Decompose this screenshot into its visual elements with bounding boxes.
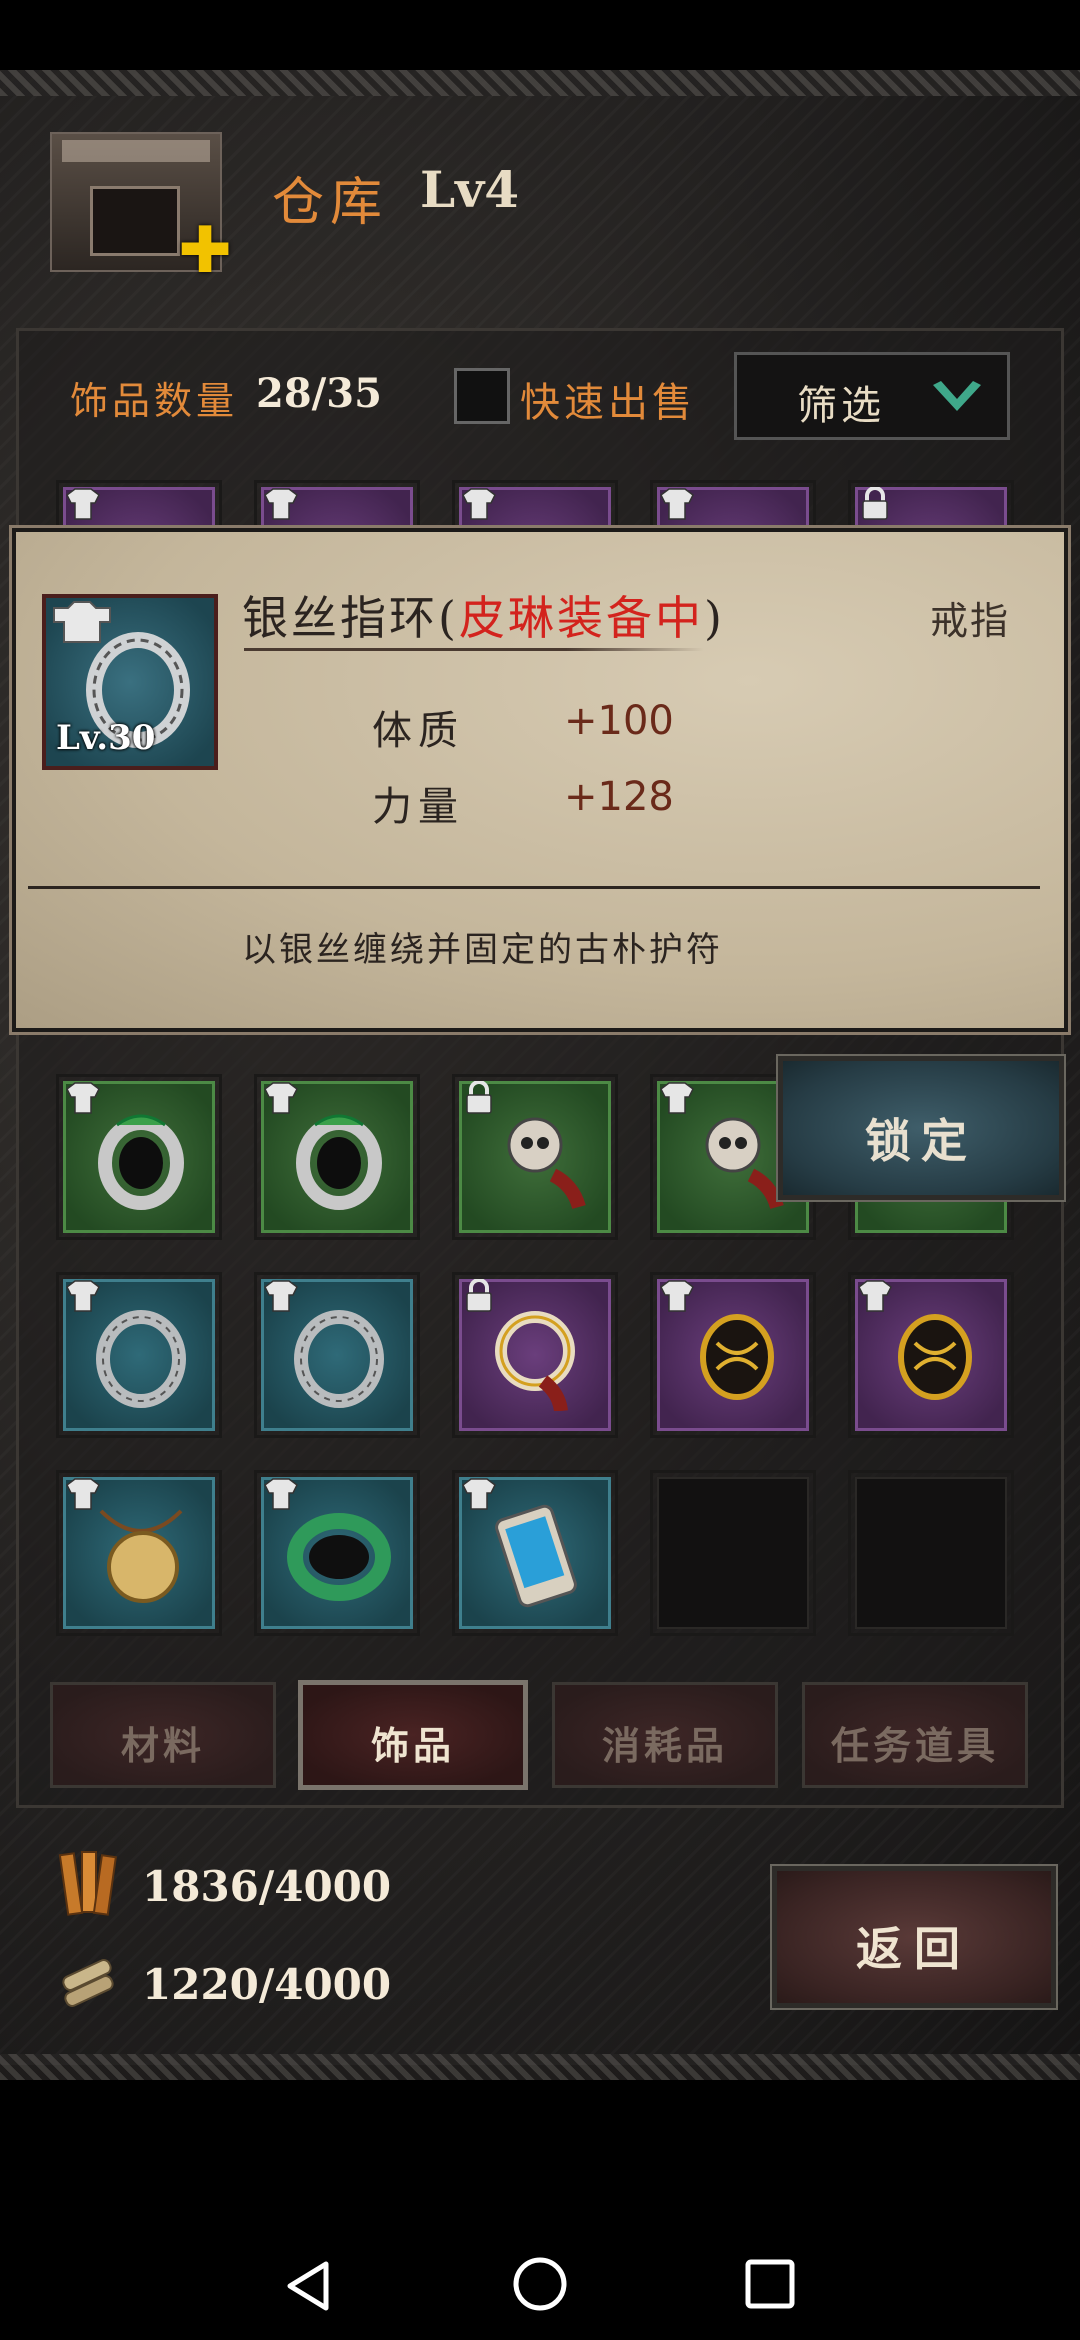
item-slot[interactable] [452,1074,618,1240]
item-name: 银丝指环(皮琳装备中) [242,591,725,645]
item-slot[interactable] [56,1074,222,1240]
equipped-shirt-icon [660,488,694,520]
tab-label: 饰品 [370,1723,455,1768]
quick-sell-label[interactable]: 快速出售 [520,370,696,428]
system-nav-bar [0,2170,1080,2340]
wood-resource-value: 1836/4000 [142,1862,392,1911]
equipped-shirt-icon [264,488,298,520]
equipped-shirt-icon [462,488,496,520]
equipped-shirt-icon [858,1280,892,1312]
home-nav-icon[interactable] [512,2256,568,2312]
quick-sell-checkbox[interactable] [454,368,510,424]
back-button-label: 返回 [856,1922,972,1976]
empty-item-slot [650,1470,816,1636]
item-slot[interactable] [254,1272,420,1438]
tab-label: 消耗品 [601,1723,728,1768]
scroll-resource-value: 1220/4000 [142,1960,392,2009]
item-slot[interactable] [56,1470,222,1636]
page-title: 仓库 [272,173,389,233]
stat-value: +100 [564,698,674,744]
filter-dropdown[interactable]: 筛选 [734,352,1010,440]
stat-name: 力量 [372,784,464,830]
item-slot[interactable] [452,1272,618,1438]
lock-button-label: 锁定 [865,1114,977,1168]
item-slot[interactable] [650,1272,816,1438]
equipped-shirt-icon [264,1280,298,1312]
bottom-border [0,2054,1080,2080]
item-level: Lv.30 [56,718,156,758]
jade-bracelet-icon [287,1513,391,1601]
equipped-shirt-icon [660,1280,694,1312]
gold-amulet-icon [700,1314,774,1400]
back-nav-icon[interactable] [282,2258,334,2314]
lock-button[interactable]: 锁定 [776,1054,1066,1202]
chevron-down-icon [933,381,981,411]
tab-label: 任务道具 [830,1723,999,1768]
equipped-shirt-icon [66,488,100,520]
skull-charm-icon [507,1117,586,1210]
item-count-value: 28/35 [256,370,382,417]
silver-ring-icon [96,1310,186,1408]
item-count-label: 饰品数量 [70,379,239,423]
equipped-shirt-icon [660,1082,694,1114]
lock-icon [862,487,888,520]
top-border [0,70,1080,96]
equipped-shirt-icon [264,1478,298,1510]
equipped-shirt-icon [66,1082,100,1114]
item-description: 以银丝缠绕并固定的古朴护符 [242,930,723,970]
wood-plank-icon [58,1851,117,1916]
name-underline [244,648,704,651]
item-type: 戒指 [930,599,1011,643]
empty-item-slot [848,1470,1014,1636]
serpent-ring-icon [296,1114,382,1210]
gold-ring-icon [495,1311,575,1411]
item-slot[interactable] [452,1470,618,1636]
upgrade-plus-icon[interactable]: ✚ [176,219,234,283]
tab-consumables[interactable]: 消耗品 [552,1682,778,1788]
scroll-bundle-icon [62,1959,114,2007]
tab-accessories[interactable]: 饰品 [298,1680,528,1790]
warehouse-level: Lv4 [420,160,519,219]
silver-ring-icon [294,1310,384,1408]
recents-nav-icon[interactable] [744,2258,796,2310]
serpent-ring-icon [98,1114,184,1210]
stat-name: 体质 [372,708,464,754]
tab-materials[interactable]: 材料 [50,1682,276,1788]
equipped-shirt-icon [462,1478,496,1510]
item-slot[interactable] [254,1470,420,1636]
lock-icon [466,1081,492,1114]
coin-necklace-icon [99,1509,183,1603]
item-slot[interactable] [56,1272,222,1438]
filter-label: 筛选 [797,383,885,429]
back-button[interactable]: 返回 [770,1864,1058,2010]
item-slot[interactable] [848,1272,1014,1438]
equipped-shirt-icon [66,1478,100,1510]
skull-charm-icon [705,1117,784,1210]
divider [28,886,1040,889]
tab-label: 材料 [120,1723,205,1768]
equipped-shirt-icon [66,1280,100,1312]
equipped-by-label: 皮琳装备中 [458,591,704,645]
item-slot[interactable] [254,1074,420,1240]
tab-quest-items[interactable]: 任务道具 [802,1682,1028,1788]
phone-icon [495,1504,577,1608]
stat-value: +128 [564,774,674,820]
lock-icon [466,1279,492,1312]
gold-amulet-icon [898,1314,972,1400]
equipped-shirt-icon [264,1082,298,1114]
